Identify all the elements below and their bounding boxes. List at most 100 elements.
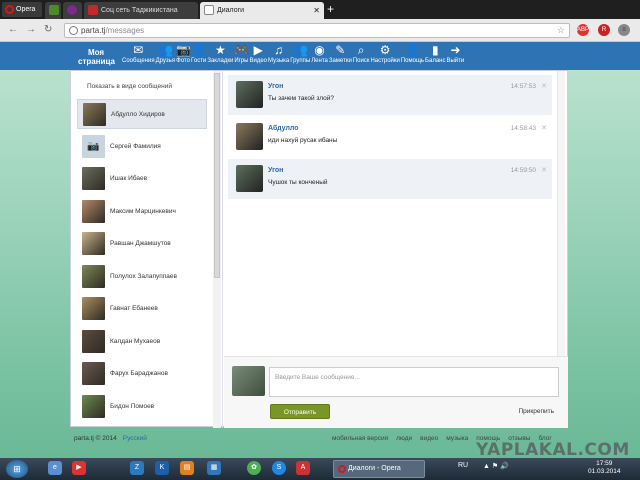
contact-item[interactable]: Максим Марцинкевич (77, 197, 207, 227)
contact-avatar (83, 103, 106, 126)
nav-item-0[interactable]: ✉ Сообщения (122, 43, 155, 64)
task-opera-dialogs[interactable]: Диалоги - Opera (333, 460, 425, 478)
contact-name: Максим Марцинкевич (110, 207, 176, 215)
nav-item-1[interactable]: 👥 Друзья (156, 43, 175, 64)
nav-item-5[interactable]: 🎮 Игры (234, 43, 249, 64)
nav-item-12[interactable]: ⚙ Настройки (370, 43, 399, 64)
delete-message-icon[interactable]: ✕ (541, 166, 547, 174)
opera-menu-button[interactable]: Opera (2, 2, 42, 17)
message-author[interactable]: Угон (268, 167, 283, 174)
media-icon[interactable]: ▶ (72, 461, 86, 475)
nav-item-3[interactable]: 👤 Гости (191, 43, 207, 64)
nav-item-2[interactable]: 📷 Фото (176, 43, 191, 64)
contact-item[interactable]: Бидон Помоев (77, 392, 207, 422)
contact-name: Фарух Бараджанов (110, 370, 168, 377)
footer-link[interactable]: мобильная версия (332, 435, 388, 442)
contact-item[interactable]: Равшан Джамшутов (77, 229, 207, 259)
reload-icon[interactable]: ↻ (44, 24, 52, 36)
url-field[interactable]: parta.tj/messages ☆ (64, 23, 570, 38)
pdf-icon[interactable]: A (296, 461, 310, 475)
show-as-messages-link[interactable]: Показать в виде сообщений (87, 83, 172, 90)
attach-link[interactable]: Прикрепить (518, 408, 554, 415)
delete-message-icon[interactable]: ✕ (541, 124, 547, 132)
contact-item[interactable]: Ишак Ибаев (77, 164, 207, 194)
nav-label: Друзья (155, 58, 176, 64)
contact-name: Гавнат Ебанеев (110, 305, 158, 312)
start-button[interactable]: ⊞ (6, 460, 28, 478)
delete-message-icon[interactable]: ✕ (541, 82, 547, 90)
nav-item-13[interactable]: 👤 Помощь (401, 43, 424, 64)
message-author[interactable]: Абдулло (268, 125, 299, 132)
calc-icon[interactable]: ▦ (207, 461, 221, 475)
nav-item-15[interactable]: ➜ Выйти (446, 43, 464, 64)
scrollbar-thumb[interactable] (214, 73, 220, 278)
nav-item-14[interactable]: ▮ Баланс (425, 43, 445, 64)
camera-placeholder-icon: 📷 (82, 134, 105, 158)
nav-item-8[interactable]: 👥 Группы (290, 43, 310, 64)
message-input[interactable]: Введите Ваше сообщение... (269, 367, 559, 397)
site-navigation: Моя страница ✉ Сообщения 👥 Друзья 📷 Фото 👤 Гост… (0, 42, 640, 70)
nav-label: Настройки (370, 58, 400, 64)
close-tab-icon[interactable]: ✕ (313, 2, 320, 19)
contact-item[interactable]: Полулох Залапуппаев (77, 262, 207, 292)
z-icon[interactable]: Z (130, 461, 144, 475)
language-link[interactable]: Русский (123, 435, 147, 442)
browser-tab-1[interactable] (45, 2, 61, 19)
contact-avatar (82, 297, 105, 320)
nav-item-7[interactable]: ♫ Музыка (268, 43, 289, 64)
nav-item-11[interactable]: ⌕ Поиск (353, 43, 370, 64)
nav-label: Лента (311, 58, 328, 64)
message-time: 14:58:43 (510, 125, 536, 132)
scrollbar[interactable] (213, 71, 221, 428)
icq-icon[interactable]: ✿ (247, 461, 261, 475)
nav-label: Помощь (400, 58, 425, 64)
windows-taskbar: ⊞ e ▶ Z K ▤ ▦ ✿ S A Диалоги - Opera RU ▲… (0, 458, 640, 480)
back-icon[interactable]: ← (8, 24, 18, 36)
my-avatar (232, 366, 265, 396)
contact-item[interactable]: Гавнат Ебанеев (77, 294, 207, 324)
sm-icon (88, 5, 98, 16)
explorer-icon[interactable]: e (48, 461, 62, 475)
footer-link[interactable]: видео (420, 435, 438, 442)
k-icon[interactable]: K (155, 461, 169, 475)
folder-icon[interactable]: ▤ (180, 461, 194, 475)
browser-tab-3[interactable]: Соц сеть Таджикистана (84, 2, 198, 19)
f-icon (49, 5, 59, 16)
footer-link[interactable]: люди (396, 435, 412, 442)
nav-item-9[interactable]: ◉ Лента (311, 43, 328, 64)
page-icon (204, 5, 214, 16)
message-avatar[interactable] (236, 165, 263, 192)
browser-tab-2[interactable] (63, 2, 82, 19)
contact-avatar (82, 199, 105, 223)
adblock-icon[interactable]: ABP (577, 24, 589, 36)
nav-item-10[interactable]: ✎ Заметки (329, 43, 352, 64)
tray-icons[interactable]: ▲ ⚑ 🔊 (483, 462, 509, 470)
extension-icon[interactable]: R (598, 24, 610, 36)
send-button[interactable]: Отправить (270, 404, 330, 419)
bookmark-star-icon[interactable]: ☆ (557, 24, 565, 37)
message-item: Угон Ты зачем такой злой? 14:57:53 ✕ (228, 75, 552, 115)
message-author[interactable]: Угон (268, 83, 283, 90)
thread-scrollbar[interactable] (557, 71, 565, 356)
nav-item-6[interactable]: ▶ Видео (249, 43, 267, 64)
new-tab-button[interactable]: + (327, 2, 334, 17)
menu-icon[interactable]: ≡ (618, 24, 630, 36)
nav-item-4[interactable]: ★ Закладки (207, 43, 233, 64)
footer-link[interactable]: музыка (446, 435, 468, 442)
contact-name: Сергей Фамилия (110, 142, 161, 150)
message-avatar[interactable] (236, 81, 263, 108)
forward-icon[interactable]: → (26, 24, 36, 36)
contact-item[interactable]: Фарух Бараджанов (77, 359, 207, 389)
message-item: Угон Чушок ты конченый 14:59:50 ✕ (228, 159, 552, 199)
contact-item[interactable]: Калдан Мухаеов (77, 327, 207, 357)
nav-label: Выйти (446, 58, 465, 64)
browser-tab-active[interactable]: Диалоги ✕ (200, 2, 324, 19)
my-page-link[interactable]: Моя страница (78, 48, 115, 66)
language-indicator[interactable]: RU (458, 462, 468, 469)
message-avatar[interactable] (236, 123, 263, 150)
contact-item[interactable]: Абдулло Хидиров (77, 99, 207, 129)
contact-item[interactable]: 📷 Сергей Фамилия (77, 132, 207, 162)
system-clock[interactable]: 17:59 01.03.2014 (588, 460, 621, 476)
help-icon: 👤 (405, 43, 421, 57)
skype-icon[interactable]: S (272, 461, 286, 475)
